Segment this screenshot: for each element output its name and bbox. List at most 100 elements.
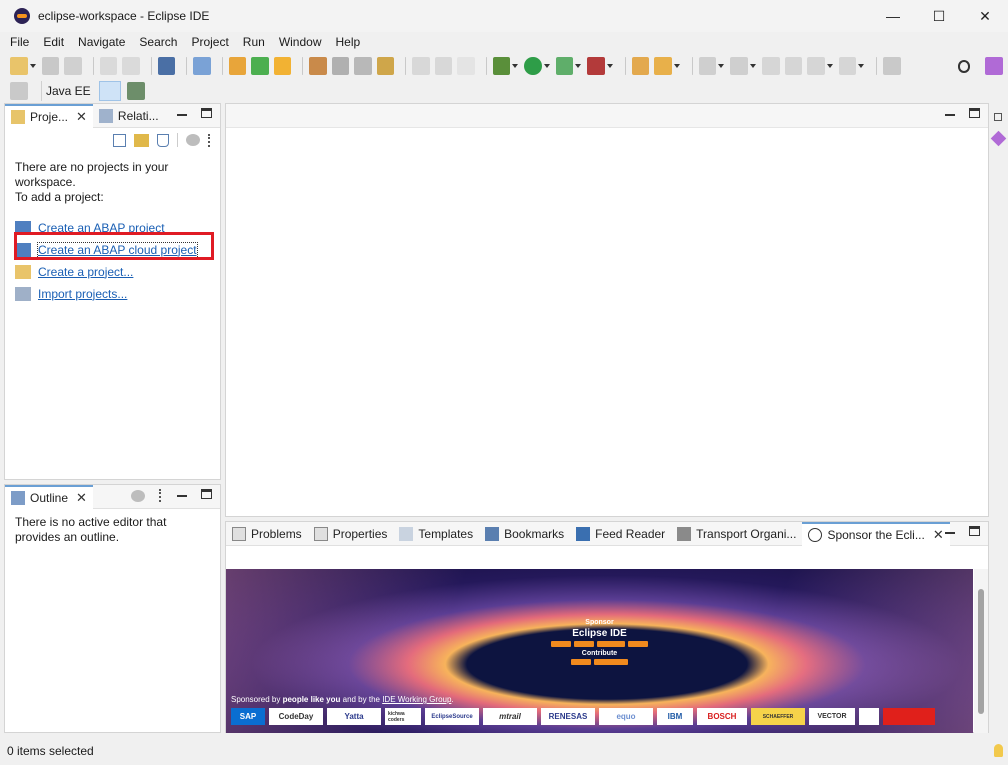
print-icon[interactable] (354, 57, 372, 75)
menu-search[interactable]: Search (132, 32, 184, 52)
menu-edit[interactable]: Edit (36, 32, 71, 52)
abap-perspective-icon[interactable] (98, 81, 121, 101)
sap-diamond-icon[interactable] (985, 57, 1003, 75)
activate-icon[interactable] (251, 57, 269, 75)
pin-editor-icon[interactable] (883, 57, 901, 75)
close-icon[interactable]: ✕ (76, 109, 87, 125)
new-wizard-icon[interactable] (10, 57, 35, 75)
lock-icon[interactable] (376, 57, 395, 75)
maximize-view-icon[interactable] (201, 108, 212, 118)
schaeffer-logo[interactable]: SCHAEFFER (751, 708, 805, 725)
minimize-editor-icon[interactable] (945, 114, 955, 116)
tab-templates[interactable]: Templates (393, 522, 479, 546)
link-with-editor-icon[interactable] (134, 133, 149, 147)
menu-window[interactable]: Window (272, 32, 329, 52)
import-projects-link[interactable]: Import projects... (15, 283, 210, 305)
maximize-button[interactable]: ☐ (916, 0, 962, 32)
codeday-logo[interactable]: CodeDay (269, 708, 323, 725)
toggle-icon[interactable] (412, 57, 430, 75)
menu-project[interactable]: Project (184, 32, 235, 52)
search-tool-icon[interactable] (193, 57, 211, 75)
external-tools-icon[interactable] (587, 57, 613, 75)
lightbulb-icon[interactable] (994, 744, 1003, 757)
tab-sponsor[interactable]: Sponsor the Ecli... ✕ (802, 521, 950, 546)
close-icon[interactable]: ✕ (933, 527, 944, 543)
build-icon[interactable] (309, 57, 327, 75)
bosch-logo[interactable]: BOSCH (697, 708, 747, 725)
connect-icon[interactable] (331, 57, 350, 75)
yatta-logo[interactable]: Yatta (327, 708, 381, 725)
diamond-icon[interactable] (990, 130, 1007, 147)
pen-icon[interactable] (654, 57, 680, 75)
restore-icon[interactable] (994, 113, 1002, 121)
menu-help[interactable]: Help (329, 32, 368, 52)
banner-pill[interactable] (628, 641, 648, 647)
import-projects-label[interactable]: Import projects... (38, 287, 127, 302)
focus-icon[interactable] (131, 490, 145, 502)
equo-logo[interactable]: equo (599, 708, 653, 725)
maximize-view-icon[interactable] (201, 489, 212, 499)
tab-properties[interactable]: Properties (308, 522, 394, 546)
pilcrow-icon[interactable] (457, 57, 475, 75)
focus-icon[interactable] (186, 134, 200, 146)
tab-transport-organizer[interactable]: Transport Organi... (671, 522, 802, 546)
banner-pill[interactable] (551, 641, 571, 647)
sponsor-logo[interactable] (859, 708, 879, 725)
next-annotation-icon[interactable] (698, 57, 724, 75)
menu-run[interactable]: Run (236, 32, 272, 52)
run-config-icon[interactable] (555, 57, 581, 75)
console-icon[interactable] (157, 57, 176, 75)
open-perspective-icon[interactable] (10, 82, 28, 100)
perspective-java-ee[interactable]: Java EE (41, 81, 95, 101)
back-icon[interactable] (807, 57, 832, 75)
tab-relation-explorer[interactable]: Relati... (93, 104, 165, 128)
sap-logo[interactable]: SAP (231, 708, 265, 725)
toggle2-icon[interactable] (434, 57, 453, 75)
minimize-button[interactable]: — (870, 0, 916, 32)
activate-all-icon[interactable] (273, 57, 292, 75)
tab-outline[interactable]: Outline ✕ (5, 484, 93, 509)
last-edit-icon[interactable] (762, 57, 780, 75)
filter-icon[interactable] (157, 133, 169, 147)
sbb-logo[interactable] (883, 708, 935, 725)
open-abap-icon[interactable] (228, 57, 247, 75)
minimize-view-icon[interactable] (177, 495, 187, 497)
renesas-logo[interactable]: RENESAS (541, 708, 595, 725)
save-icon[interactable] (41, 57, 60, 75)
debug-perspective-icon[interactable] (126, 82, 145, 100)
ibm-logo[interactable]: IBM (657, 708, 693, 725)
view-menu-icon[interactable] (208, 133, 212, 147)
scrollbar-thumb[interactable] (978, 589, 984, 714)
undo-icon[interactable] (99, 57, 118, 75)
sponsor-banner[interactable]: Sponsor Eclipse IDE Contribute Sponsored… (226, 569, 973, 733)
menu-navigate[interactable]: Navigate (71, 32, 132, 52)
tab-problems[interactable]: Problems (226, 522, 308, 546)
tab-bookmarks[interactable]: Bookmarks (479, 522, 570, 546)
forward-edit-icon[interactable] (784, 57, 803, 75)
banner-pill[interactable] (594, 659, 628, 665)
kichwa-coders-logo[interactable]: kichwa coders (385, 708, 421, 725)
save-all-icon[interactable] (64, 57, 82, 75)
run-icon[interactable] (524, 57, 550, 75)
open-folder-icon[interactable] (631, 57, 650, 75)
editor-area[interactable] (225, 103, 989, 517)
create-project-label[interactable]: Create a project... (38, 265, 133, 280)
tab-feed-reader[interactable]: Feed Reader (570, 522, 671, 546)
banner-pill[interactable] (574, 641, 594, 647)
search-icon[interactable] (957, 59, 971, 73)
debug-icon[interactable] (492, 57, 518, 75)
menu-file[interactable]: File (0, 32, 36, 52)
prev-annotation-icon[interactable] (730, 57, 756, 75)
collapse-all-icon[interactable] (113, 133, 126, 147)
ide-working-group-link[interactable]: IDE Working Group (382, 695, 451, 704)
vector-logo[interactable]: VECTOR (809, 708, 855, 725)
maximize-editor-icon[interactable] (969, 108, 980, 118)
minimize-view-icon[interactable] (945, 532, 955, 534)
forward-icon[interactable] (838, 57, 864, 75)
minimize-view-icon[interactable] (177, 114, 187, 116)
eclipsesource-logo[interactable]: EclipseSource (425, 708, 479, 725)
view-menu-icon[interactable] (159, 489, 163, 502)
create-project-link[interactable]: Create a project... (15, 261, 210, 283)
maximize-view-icon[interactable] (969, 526, 980, 536)
close-icon[interactable]: ✕ (76, 490, 87, 506)
